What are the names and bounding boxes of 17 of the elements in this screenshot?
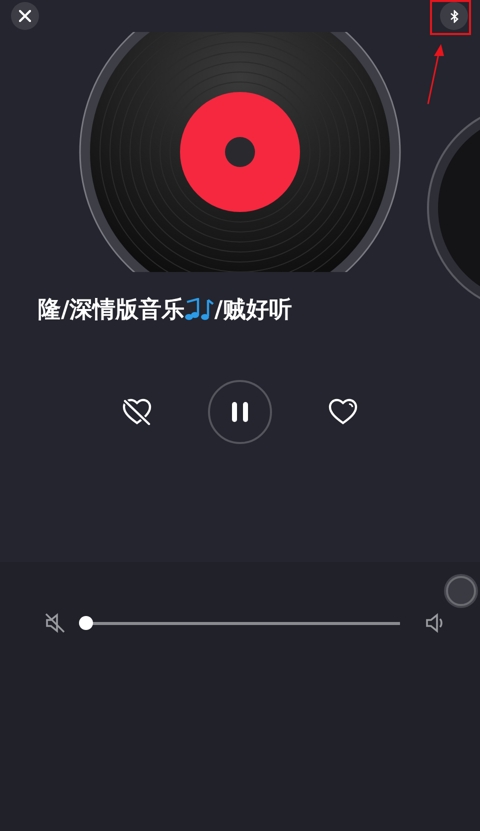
heart-icon	[328, 398, 358, 426]
close-icon	[19, 10, 31, 22]
mute-icon	[44, 612, 66, 634]
bluetooth-icon	[450, 10, 458, 22]
music-notes-icon	[184, 298, 214, 322]
like-button[interactable]	[328, 398, 358, 426]
floating-assist-button[interactable]	[446, 576, 476, 606]
bluetooth-button[interactable]	[440, 2, 468, 30]
crossed-heart-icon	[122, 398, 152, 426]
highlight-frame	[430, 0, 471, 35]
pause-icon	[231, 401, 249, 423]
song-title: 隆/深情版音乐	[38, 296, 184, 325]
close-button[interactable]	[11, 2, 39, 30]
pause-button[interactable]	[208, 380, 272, 444]
dislike-button[interactable]	[122, 398, 152, 426]
song-title: /贼好听	[214, 296, 292, 325]
volume-slider-thumb[interactable]	[79, 616, 93, 630]
